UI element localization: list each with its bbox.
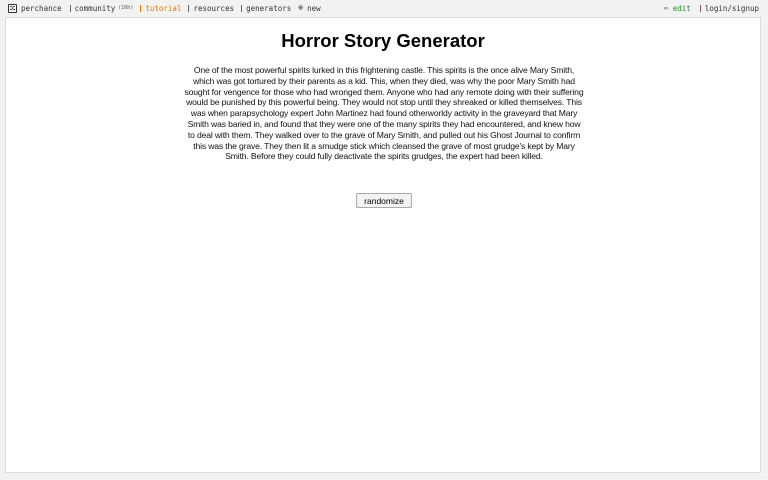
nav-tutorial-label: tutorial bbox=[145, 3, 182, 13]
nav-new-label: new bbox=[307, 3, 321, 13]
nav-home-label: perchance bbox=[21, 3, 62, 13]
page-title: Horror Story Generator bbox=[281, 30, 485, 51]
plus-circle-icon: ⊕ bbox=[298, 3, 304, 12]
nav-edit[interactable]: ✏ edit bbox=[664, 0, 691, 16]
user-icon bbox=[699, 4, 701, 12]
nav-generators[interactable]: generators bbox=[241, 0, 291, 16]
resources-icon bbox=[188, 4, 190, 12]
randomize-button[interactable]: randomize bbox=[356, 193, 412, 208]
top-nav-bar: perchance community (10h) tutorial resou… bbox=[0, 0, 768, 16]
generator-panel: Horror Story Generator One of the most p… bbox=[5, 17, 761, 473]
story-text: One of the most powerful spirits lurked … bbox=[184, 65, 584, 162]
nav-login[interactable]: login/signup bbox=[699, 0, 759, 16]
nav-edit-label: edit bbox=[672, 3, 691, 13]
nav-resources-label: resources bbox=[193, 3, 235, 13]
nav-login-label: login/signup bbox=[704, 3, 759, 13]
nav-community-label: community bbox=[74, 3, 116, 13]
nav-home[interactable]: perchance bbox=[8, 0, 62, 16]
community-icon bbox=[69, 4, 71, 12]
pencil-icon: ✏ bbox=[663, 3, 669, 12]
generators-icon bbox=[241, 4, 243, 12]
community-count: (10h) bbox=[118, 5, 134, 11]
nav-generators-label: generators bbox=[246, 3, 292, 13]
tutorial-icon bbox=[140, 4, 142, 12]
nav-tutorial[interactable]: tutorial bbox=[140, 0, 181, 16]
dice-icon bbox=[8, 3, 17, 13]
nav-resources[interactable]: resources bbox=[188, 0, 234, 16]
nav-new[interactable]: ⊕ new bbox=[298, 0, 320, 16]
nav-community[interactable]: community (10h) bbox=[69, 0, 134, 16]
